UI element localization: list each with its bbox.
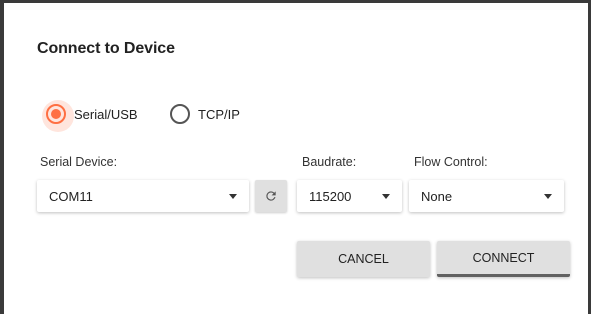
baudrate-select[interactable]: 115200 — [297, 180, 402, 212]
radio-checked-icon — [42, 100, 74, 132]
dialog-title: Connect to Device — [37, 40, 175, 57]
chevron-down-icon — [229, 193, 237, 199]
baudrate-value: 115200 — [309, 188, 352, 204]
radio-serial-usb[interactable]: Serial/USB — [42, 100, 138, 132]
window-frame-top — [0, 0, 591, 3]
refresh-button[interactable] — [255, 180, 287, 212]
flow-control-value: None — [421, 188, 453, 204]
serial-device-value: COM11 — [49, 188, 93, 204]
flow-control-label: Flow Control: — [414, 155, 488, 169]
refresh-icon — [266, 191, 276, 201]
flow-control-select[interactable]: None — [409, 180, 564, 212]
chevron-down-icon — [544, 193, 552, 199]
connect-button[interactable]: CONNECT — [437, 241, 570, 277]
cancel-button[interactable]: CANCEL — [297, 241, 430, 277]
chevron-down-icon — [382, 193, 390, 199]
window-frame-left — [0, 0, 4, 314]
radio-unchecked-icon — [170, 104, 190, 124]
radio-serial-usb-label: Serial/USB — [74, 106, 138, 122]
serial-device-select[interactable]: COM11 — [37, 180, 249, 212]
baudrate-label: Baudrate: — [302, 155, 357, 169]
serial-device-label: Serial Device: — [40, 155, 118, 169]
radio-tcp-ip-label: TCP/IP — [198, 106, 240, 122]
radio-tcp-ip[interactable]: TCP/IP — [170, 104, 240, 124]
